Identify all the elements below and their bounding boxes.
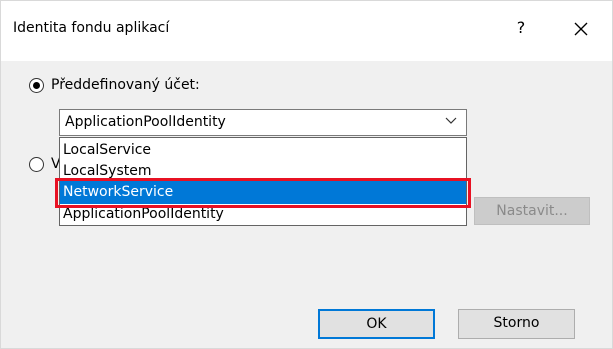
account-dropdown-list: LocalService LocalSystem NetworkService … [59, 137, 467, 226]
account-select[interactable]: ApplicationPoolIdentity [59, 109, 467, 136]
account-select-value: ApplicationPoolIdentity [65, 114, 226, 130]
title-bar: Identita fondu aplikací ? [1, 1, 612, 61]
predefined-account-radio[interactable] [29, 78, 44, 93]
dropdown-option-localsystem[interactable]: LocalSystem [60, 161, 466, 182]
close-icon [574, 22, 588, 36]
chevron-down-icon [445, 117, 457, 124]
predefined-account-label[interactable]: Předdefinovaný účet: [51, 77, 200, 93]
dropdown-option-networkservice[interactable]: NetworkService [60, 181, 466, 204]
custom-account-radio[interactable] [29, 157, 44, 172]
app-pool-identity-dialog: Identita fondu aplikací ? Předdefinovaný… [0, 0, 613, 349]
radio-selected-dot [33, 82, 40, 89]
close-button[interactable] [559, 11, 603, 45]
cancel-button[interactable]: Storno [458, 309, 575, 339]
ok-button[interactable]: OK [318, 309, 435, 339]
dropdown-option-localservice[interactable]: LocalService [60, 140, 466, 161]
set-credentials-button[interactable]: Nastavit... [474, 197, 590, 225]
dialog-title: Identita fondu aplikací [13, 20, 170, 36]
dropdown-option-applicationpoolidentity[interactable]: ApplicationPoolIdentity [60, 204, 466, 225]
help-button[interactable]: ? [503, 13, 539, 43]
dialog-content: Předdefinovaný účet: V Nastavit... Appli… [1, 61, 612, 348]
